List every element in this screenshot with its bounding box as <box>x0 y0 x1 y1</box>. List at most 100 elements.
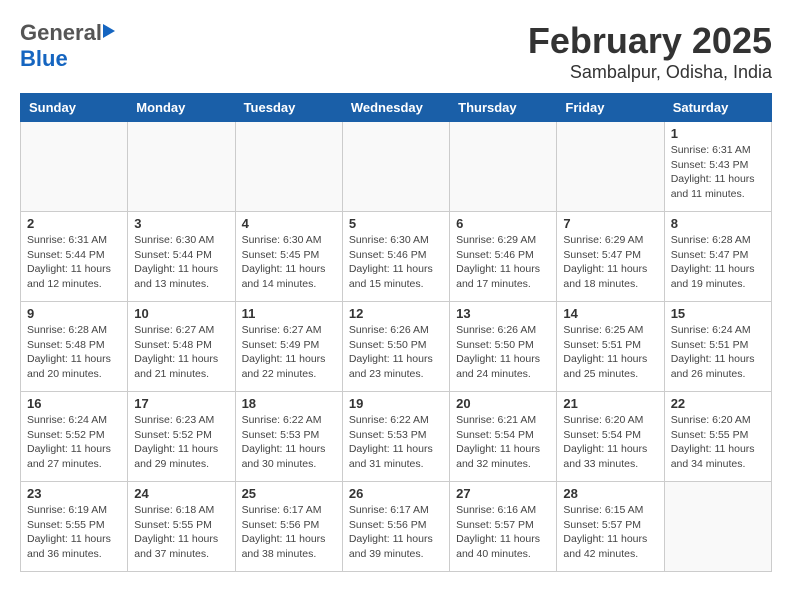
calendar-cell: 17 Sunrise: 6:23 AMSunset: 5:52 PMDayligh… <box>128 392 235 482</box>
day-info: Sunrise: 6:18 AMSunset: 5:55 PMDaylight:… <box>134 503 228 562</box>
day-number: 8 <box>671 216 765 231</box>
calendar-cell: 9 Sunrise: 6:28 AMSunset: 5:48 PMDaylight… <box>21 302 128 392</box>
day-info: Sunrise: 6:17 AMSunset: 5:56 PMDaylight:… <box>242 503 336 562</box>
day-number: 12 <box>349 306 443 321</box>
week-row-1: 2Sunrise: 6:31 AMSunset: 5:44 PMDaylight… <box>21 212 772 302</box>
day-number: 14 <box>563 306 657 321</box>
weekday-monday: Monday <box>128 94 235 122</box>
day-number: 10 <box>134 306 228 321</box>
calendar-cell: 25Sunrise: 6:17 AMSunset: 5:56 PMDayligh… <box>235 482 342 572</box>
calendar-cell: 22Sunrise: 6:20 AMSunset: 5:55 PMDayligh… <box>664 392 771 482</box>
day-number: 15 <box>671 306 765 321</box>
calendar-cell: 13 Sunrise: 6:26 AMSunset: 5:50 PMDayligh… <box>450 302 557 392</box>
day-info: Sunrise: 6:24 AMSunset: 5:52 PMDaylight:… <box>27 413 121 472</box>
weekday-thursday: Thursday <box>450 94 557 122</box>
day-number: 6 <box>456 216 550 231</box>
logo-general: General <box>20 20 102 46</box>
day-number: 9 <box>27 306 121 321</box>
week-row-2: 9 Sunrise: 6:28 AMSunset: 5:48 PMDaylight… <box>21 302 772 392</box>
day-info: Sunrise: 6:27 AMSunset: 5:49 PMDaylight:… <box>242 323 336 382</box>
week-row-3: 16 Sunrise: 6:24 AMSunset: 5:52 PMDayligh… <box>21 392 772 482</box>
day-number: 18 <box>242 396 336 411</box>
calendar-cell: 18 Sunrise: 6:22 AMSunset: 5:53 PMDayligh… <box>235 392 342 482</box>
calendar: SundayMondayTuesdayWednesdayThursdayFrid… <box>20 93 772 572</box>
calendar-cell: 3 Sunrise: 6:30 AMSunset: 5:44 PMDaylight… <box>128 212 235 302</box>
day-number: 26 <box>349 486 443 501</box>
day-number: 20 <box>456 396 550 411</box>
day-number: 13 <box>456 306 550 321</box>
calendar-cell: 21 Sunrise: 6:20 AMSunset: 5:54 PMDayligh… <box>557 392 664 482</box>
weekday-friday: Friday <box>557 94 664 122</box>
weekday-saturday: Saturday <box>664 94 771 122</box>
calendar-cell: 11 Sunrise: 6:27 AMSunset: 5:49 PMDayligh… <box>235 302 342 392</box>
month-title: February 2025 <box>528 20 772 62</box>
day-number: 4 <box>242 216 336 231</box>
day-info: Sunrise: 6:28 AMSunset: 5:48 PMDaylight:… <box>27 323 121 382</box>
weekday-header-row: SundayMondayTuesdayWednesdayThursdayFrid… <box>21 94 772 122</box>
day-number: 11 <box>242 306 336 321</box>
calendar-cell <box>557 122 664 212</box>
calendar-cell: 24Sunrise: 6:18 AMSunset: 5:55 PMDayligh… <box>128 482 235 572</box>
location-title: Sambalpur, Odisha, India <box>528 62 772 83</box>
day-info: Sunrise: 6:31 AMSunset: 5:44 PMDaylight:… <box>27 233 121 292</box>
calendar-cell: 12 Sunrise: 6:26 AMSunset: 5:50 PMDayligh… <box>342 302 449 392</box>
day-info: Sunrise: 6:24 AMSunset: 5:51 PMDaylight:… <box>671 323 765 382</box>
day-info: Sunrise: 6:16 AMSunset: 5:57 PMDaylight:… <box>456 503 550 562</box>
day-number: 3 <box>134 216 228 231</box>
calendar-cell <box>342 122 449 212</box>
day-number: 5 <box>349 216 443 231</box>
day-number: 22 <box>671 396 765 411</box>
calendar-cell: 23Sunrise: 6:19 AMSunset: 5:55 PMDayligh… <box>21 482 128 572</box>
day-info: Sunrise: 6:15 AMSunset: 5:57 PMDaylight:… <box>563 503 657 562</box>
calendar-cell: 2Sunrise: 6:31 AMSunset: 5:44 PMDaylight… <box>21 212 128 302</box>
calendar-cell: 14 Sunrise: 6:25 AMSunset: 5:51 PMDayligh… <box>557 302 664 392</box>
calendar-cell: 4 Sunrise: 6:30 AMSunset: 5:45 PMDaylight… <box>235 212 342 302</box>
day-info: Sunrise: 6:31 AMSunset: 5:43 PMDaylight:… <box>671 143 765 202</box>
calendar-cell: 15 Sunrise: 6:24 AMSunset: 5:51 PMDayligh… <box>664 302 771 392</box>
calendar-cell: 28 Sunrise: 6:15 AMSunset: 5:57 PMDayligh… <box>557 482 664 572</box>
day-number: 17 <box>134 396 228 411</box>
day-info: Sunrise: 6:17 AMSunset: 5:56 PMDaylight:… <box>349 503 443 562</box>
day-info: Sunrise: 6:22 AMSunset: 5:53 PMDaylight:… <box>349 413 443 472</box>
calendar-cell <box>21 122 128 212</box>
day-info: Sunrise: 6:21 AMSunset: 5:54 PMDaylight:… <box>456 413 550 472</box>
day-info: Sunrise: 6:26 AMSunset: 5:50 PMDaylight:… <box>456 323 550 382</box>
day-number: 16 <box>27 396 121 411</box>
calendar-cell: 6 Sunrise: 6:29 AMSunset: 5:46 PMDaylight… <box>450 212 557 302</box>
day-info: Sunrise: 6:30 AMSunset: 5:45 PMDaylight:… <box>242 233 336 292</box>
day-info: Sunrise: 6:19 AMSunset: 5:55 PMDaylight:… <box>27 503 121 562</box>
calendar-body: 1Sunrise: 6:31 AMSunset: 5:43 PMDaylight… <box>21 122 772 572</box>
day-info: Sunrise: 6:26 AMSunset: 5:50 PMDaylight:… <box>349 323 443 382</box>
header: General Blue February 2025 Sambalpur, Od… <box>20 20 772 83</box>
logo-blue: Blue <box>20 46 68 71</box>
calendar-cell <box>128 122 235 212</box>
calendar-cell <box>664 482 771 572</box>
day-info: Sunrise: 6:22 AMSunset: 5:53 PMDaylight:… <box>242 413 336 472</box>
calendar-cell: 8 Sunrise: 6:28 AMSunset: 5:47 PMDaylight… <box>664 212 771 302</box>
day-number: 19 <box>349 396 443 411</box>
calendar-cell: 5 Sunrise: 6:30 AMSunset: 5:46 PMDaylight… <box>342 212 449 302</box>
weekday-wednesday: Wednesday <box>342 94 449 122</box>
weekday-tuesday: Tuesday <box>235 94 342 122</box>
logo: General Blue <box>20 20 115 72</box>
calendar-cell <box>450 122 557 212</box>
day-info: Sunrise: 6:29 AMSunset: 5:46 PMDaylight:… <box>456 233 550 292</box>
calendar-cell: 26 Sunrise: 6:17 AMSunset: 5:56 PMDayligh… <box>342 482 449 572</box>
day-info: Sunrise: 6:29 AMSunset: 5:47 PMDaylight:… <box>563 233 657 292</box>
day-info: Sunrise: 6:30 AMSunset: 5:46 PMDaylight:… <box>349 233 443 292</box>
week-row-0: 1Sunrise: 6:31 AMSunset: 5:43 PMDaylight… <box>21 122 772 212</box>
calendar-cell: 19 Sunrise: 6:22 AMSunset: 5:53 PMDayligh… <box>342 392 449 482</box>
calendar-cell: 27 Sunrise: 6:16 AMSunset: 5:57 PMDayligh… <box>450 482 557 572</box>
day-info: Sunrise: 6:30 AMSunset: 5:44 PMDaylight:… <box>134 233 228 292</box>
day-number: 21 <box>563 396 657 411</box>
logo-arrow-icon <box>103 24 115 38</box>
calendar-cell: 10Sunrise: 6:27 AMSunset: 5:48 PMDayligh… <box>128 302 235 392</box>
day-number: 27 <box>456 486 550 501</box>
day-info: Sunrise: 6:25 AMSunset: 5:51 PMDaylight:… <box>563 323 657 382</box>
day-info: Sunrise: 6:20 AMSunset: 5:54 PMDaylight:… <box>563 413 657 472</box>
day-number: 28 <box>563 486 657 501</box>
week-row-4: 23Sunrise: 6:19 AMSunset: 5:55 PMDayligh… <box>21 482 772 572</box>
calendar-cell: 20 Sunrise: 6:21 AMSunset: 5:54 PMDayligh… <box>450 392 557 482</box>
day-info: Sunrise: 6:23 AMSunset: 5:52 PMDaylight:… <box>134 413 228 472</box>
day-info: Sunrise: 6:28 AMSunset: 5:47 PMDaylight:… <box>671 233 765 292</box>
